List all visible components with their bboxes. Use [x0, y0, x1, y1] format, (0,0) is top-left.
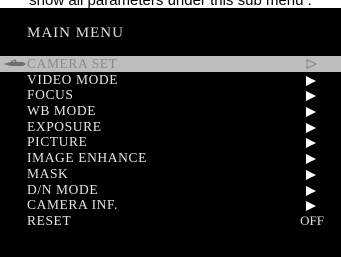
- menu-item-label: MASK: [27, 165, 69, 181]
- menu-item-label: CAMERA SET: [27, 56, 118, 71]
- menu-item-reset[interactable]: RESET OFF: [0, 213, 341, 229]
- triangle-right-icon: [306, 185, 316, 196]
- menu-item-video-mode[interactable]: VIDEO MODE: [0, 72, 341, 88]
- menu-item-mask[interactable]: MASK: [0, 166, 341, 182]
- menu-item-label: D/N MODE: [27, 181, 99, 197]
- menu-item-label: CAMERA INF.: [27, 197, 119, 213]
- menu-item-label: VIDEO MODE: [27, 71, 119, 87]
- menu-item-camera-set[interactable]: CAMERA SET: [0, 56, 341, 72]
- triangle-right-icon: [306, 169, 316, 180]
- menu-list: CAMERA SET VIDEO MODE FOCUS WB MODE EXPO…: [0, 56, 341, 229]
- menu-item-exposure[interactable]: EXPOSURE: [0, 119, 341, 135]
- triangle-right-icon: [306, 122, 316, 133]
- menu-item-dn-mode[interactable]: D/N MODE: [0, 182, 341, 198]
- menu-title: MAIN MENU: [27, 25, 124, 41]
- menu-item-wb-mode[interactable]: WB MODE: [0, 103, 341, 119]
- menu-item-label: RESET: [27, 212, 72, 228]
- triangle-right-icon: [306, 107, 316, 118]
- menu-item-label: FOCUS: [27, 87, 74, 103]
- triangle-right-icon: [306, 91, 316, 102]
- menu-item-focus[interactable]: FOCUS: [0, 87, 341, 103]
- caption-text: show all parameters under this sub menu …: [0, 0, 341, 8]
- menu-item-label: IMAGE ENHANCE: [27, 150, 147, 166]
- menu-item-camera-inf[interactable]: CAMERA INF.: [0, 197, 341, 213]
- osd-screen: MAIN MENU CAMERA SET VIDEO MODE FOCUS WB…: [0, 8, 341, 257]
- reset-value: OFF: [300, 212, 324, 228]
- triangle-right-outline-icon: [306, 59, 317, 69]
- menu-item-label: EXPOSURE: [27, 118, 102, 134]
- triangle-right-icon: [306, 201, 316, 212]
- triangle-right-icon: [306, 75, 316, 86]
- pointing-hand-icon: [3, 59, 26, 66]
- menu-item-image-enhance[interactable]: IMAGE ENHANCE: [0, 150, 341, 166]
- menu-item-label: PICTURE: [27, 134, 88, 150]
- triangle-right-icon: [306, 138, 316, 149]
- menu-item-picture[interactable]: PICTURE: [0, 134, 341, 150]
- menu-item-label: WB MODE: [27, 103, 97, 119]
- triangle-right-icon: [306, 154, 316, 165]
